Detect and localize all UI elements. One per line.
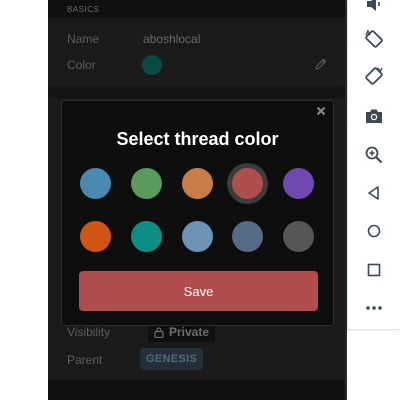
color-swatch[interactable] — [182, 221, 213, 252]
zoom-in-icon[interactable] — [362, 143, 386, 167]
color-swatch[interactable] — [232, 221, 263, 252]
back-icon[interactable] — [362, 181, 386, 205]
edit-pencil-icon[interactable] — [314, 57, 328, 71]
more-icon[interactable] — [362, 296, 386, 320]
rotate-left-icon[interactable] — [362, 27, 386, 51]
save-button[interactable]: Save — [79, 271, 318, 311]
name-label: Name — [67, 32, 100, 46]
color-swatch[interactable] — [182, 168, 213, 199]
overview-icon[interactable] — [362, 258, 386, 282]
camera-icon[interactable] — [362, 104, 386, 128]
visibility-text: Private — [169, 325, 210, 339]
close-icon[interactable] — [315, 105, 327, 117]
bottom-band — [48, 380, 346, 400]
color-swatch[interactable] — [283, 168, 314, 199]
section-header-label: BASICS — [67, 5, 100, 14]
emulator-toolbar — [347, 0, 400, 330]
rotate-right-icon[interactable] — [362, 64, 386, 88]
visibility-label: Visibility — [67, 325, 111, 339]
lock-icon — [154, 326, 164, 338]
name-value[interactable]: aboshlocal — [143, 32, 200, 46]
color-swatch[interactable] — [80, 221, 111, 252]
section-header: BASICS — [48, 0, 346, 18]
color-swatch[interactable] — [131, 221, 162, 252]
screen: BASICS Name aboshlocal Color Visibility … — [0, 0, 400, 400]
color-swatch[interactable] — [131, 168, 162, 199]
phone-screen: BASICS Name aboshlocal Color Visibility … — [48, 0, 346, 400]
current-color-swatch[interactable] — [142, 55, 162, 75]
color-picker-modal: Select thread color Save — [61, 100, 334, 326]
color-swatch[interactable] — [232, 168, 263, 199]
modal-title: Select thread color — [116, 129, 279, 149]
home-icon[interactable] — [362, 219, 386, 243]
volume-down-icon[interactable] — [362, 0, 386, 16]
section-divider — [48, 86, 346, 98]
color-label: Color — [67, 58, 96, 72]
color-swatch[interactable] — [80, 168, 111, 199]
color-swatch[interactable] — [283, 221, 314, 252]
parent-label: Parent — [67, 353, 103, 367]
parent-chip[interactable]: GENESIS — [140, 348, 204, 370]
